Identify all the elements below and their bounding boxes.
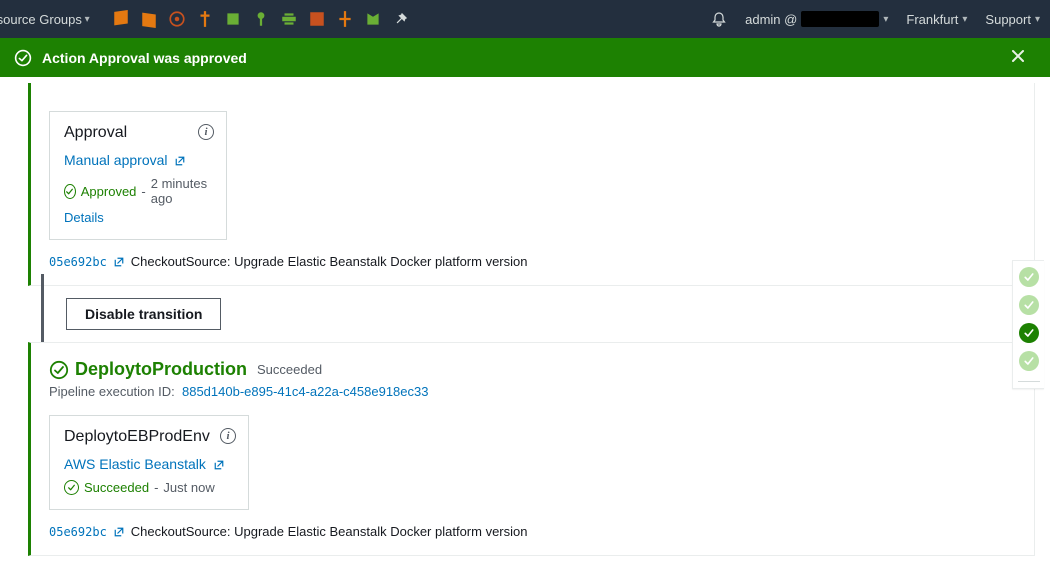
support-label: Support	[985, 12, 1031, 27]
stage-deploy-production: DeploytoProduction Succeeded Pipeline ex…	[28, 342, 1035, 556]
success-check-icon	[64, 480, 79, 495]
phase-dot[interactable]	[1019, 267, 1039, 287]
caret-down-icon: ▾	[82, 14, 90, 25]
pin-icon[interactable]	[392, 10, 410, 28]
caret-down-icon: ▾	[883, 14, 888, 25]
service-shortcut-icons	[112, 10, 410, 28]
execution-id-line: Pipeline execution ID: 885d140b-e895-41c…	[49, 384, 1016, 399]
account-menu[interactable]: admin @ ▾	[745, 11, 888, 27]
service-icon[interactable]	[336, 10, 354, 28]
phase-dot-current[interactable]	[1019, 323, 1039, 343]
success-check-icon	[64, 184, 76, 199]
separator: -	[141, 184, 145, 199]
stage-approval: i Approval Manual approval Approved - 2 …	[28, 83, 1035, 286]
action-provider-label: Manual approval	[64, 152, 168, 168]
info-icon[interactable]: i	[198, 124, 214, 140]
commit-line: 05e692bc CheckoutSource: Upgrade Elastic…	[49, 254, 1016, 269]
external-link-icon	[213, 459, 225, 471]
status-time: 2 minutes ago	[151, 176, 212, 206]
stage-status: Succeeded	[257, 362, 322, 377]
phase-dot[interactable]	[1019, 295, 1039, 315]
region-label: Frankfurt	[906, 12, 958, 27]
pipeline-content: i Approval Manual approval Approved - 2 …	[0, 77, 1050, 566]
commit-line: 05e692bc CheckoutSource: Upgrade Elastic…	[49, 524, 1016, 539]
details-link[interactable]: Details	[64, 210, 212, 225]
external-link-icon	[113, 526, 125, 538]
service-icon[interactable]	[168, 10, 186, 28]
status-line: Succeeded - Just now	[64, 480, 234, 495]
caret-down-icon: ▾	[1035, 14, 1040, 25]
action-provider-link[interactable]: AWS Elastic Beanstalk	[64, 456, 225, 472]
flash-close-button[interactable]	[1010, 48, 1036, 67]
success-check-icon	[49, 360, 69, 380]
pipeline-phase-indicator	[1012, 260, 1044, 389]
status-text: Succeeded	[84, 480, 149, 495]
action-title: Approval	[64, 124, 212, 142]
service-icon[interactable]	[280, 10, 298, 28]
support-menu[interactable]: Support ▾	[985, 12, 1040, 27]
caret-down-icon: ▾	[962, 14, 967, 25]
transition-controls: Disable transition	[66, 298, 1050, 330]
commit-message: CheckoutSource: Upgrade Elastic Beanstal…	[131, 254, 528, 269]
resource-groups-menu[interactable]: Resource Groups ▾	[10, 12, 90, 27]
flash-message: Action Approval was approved	[42, 50, 247, 66]
top-navbar: Resource Groups ▾ admin @ ▾ Frankfurt ▾	[0, 0, 1050, 38]
status-time: Just now	[163, 480, 214, 495]
commit-message: CheckoutSource: Upgrade Elastic Beanstal…	[131, 524, 528, 539]
stage-title: DeploytoProduction	[49, 359, 247, 380]
resource-groups-label: Resource Groups	[0, 12, 82, 27]
separator	[1018, 381, 1040, 382]
disable-transition-button[interactable]: Disable transition	[66, 298, 221, 330]
close-icon	[1010, 48, 1026, 64]
action-provider-link[interactable]: Manual approval	[64, 152, 186, 168]
action-title: DeploytoEBProdEnv	[64, 428, 234, 446]
phase-dot[interactable]	[1019, 351, 1039, 371]
region-menu[interactable]: Frankfurt ▾	[906, 12, 967, 27]
external-link-icon	[174, 155, 186, 167]
service-icon[interactable]	[112, 10, 130, 28]
service-icon[interactable]	[140, 10, 158, 28]
execution-id-link[interactable]: 885d140b-e895-41c4-a22a-c458e918ec33	[182, 384, 429, 399]
account-id-redacted	[801, 11, 879, 27]
success-check-icon	[14, 49, 32, 67]
commit-hash-link[interactable]: 05e692bc	[49, 255, 107, 269]
flash-success: Action Approval was approved	[0, 38, 1050, 77]
stage-arrow-icon	[38, 274, 47, 352]
action-card-deploy: i DeploytoEBProdEnv AWS Elastic Beanstal…	[49, 415, 249, 510]
account-user-prefix: admin @	[745, 12, 797, 27]
action-provider-label: AWS Elastic Beanstalk	[64, 456, 206, 472]
commit-hash-link[interactable]: 05e692bc	[49, 525, 107, 539]
info-icon[interactable]: i	[220, 428, 236, 444]
service-icon[interactable]	[364, 10, 382, 28]
service-icon[interactable]	[308, 10, 326, 28]
separator: -	[154, 480, 158, 495]
external-link-icon	[113, 256, 125, 268]
service-icon[interactable]	[196, 10, 214, 28]
service-icon[interactable]	[224, 10, 242, 28]
execution-id-label: Pipeline execution ID:	[49, 384, 175, 399]
status-line: Approved - 2 minutes ago	[64, 176, 212, 206]
action-card-approval: i Approval Manual approval Approved - 2 …	[49, 111, 227, 240]
service-icon[interactable]	[252, 10, 270, 28]
status-text: Approved	[81, 184, 137, 199]
notifications-icon[interactable]	[711, 11, 727, 27]
